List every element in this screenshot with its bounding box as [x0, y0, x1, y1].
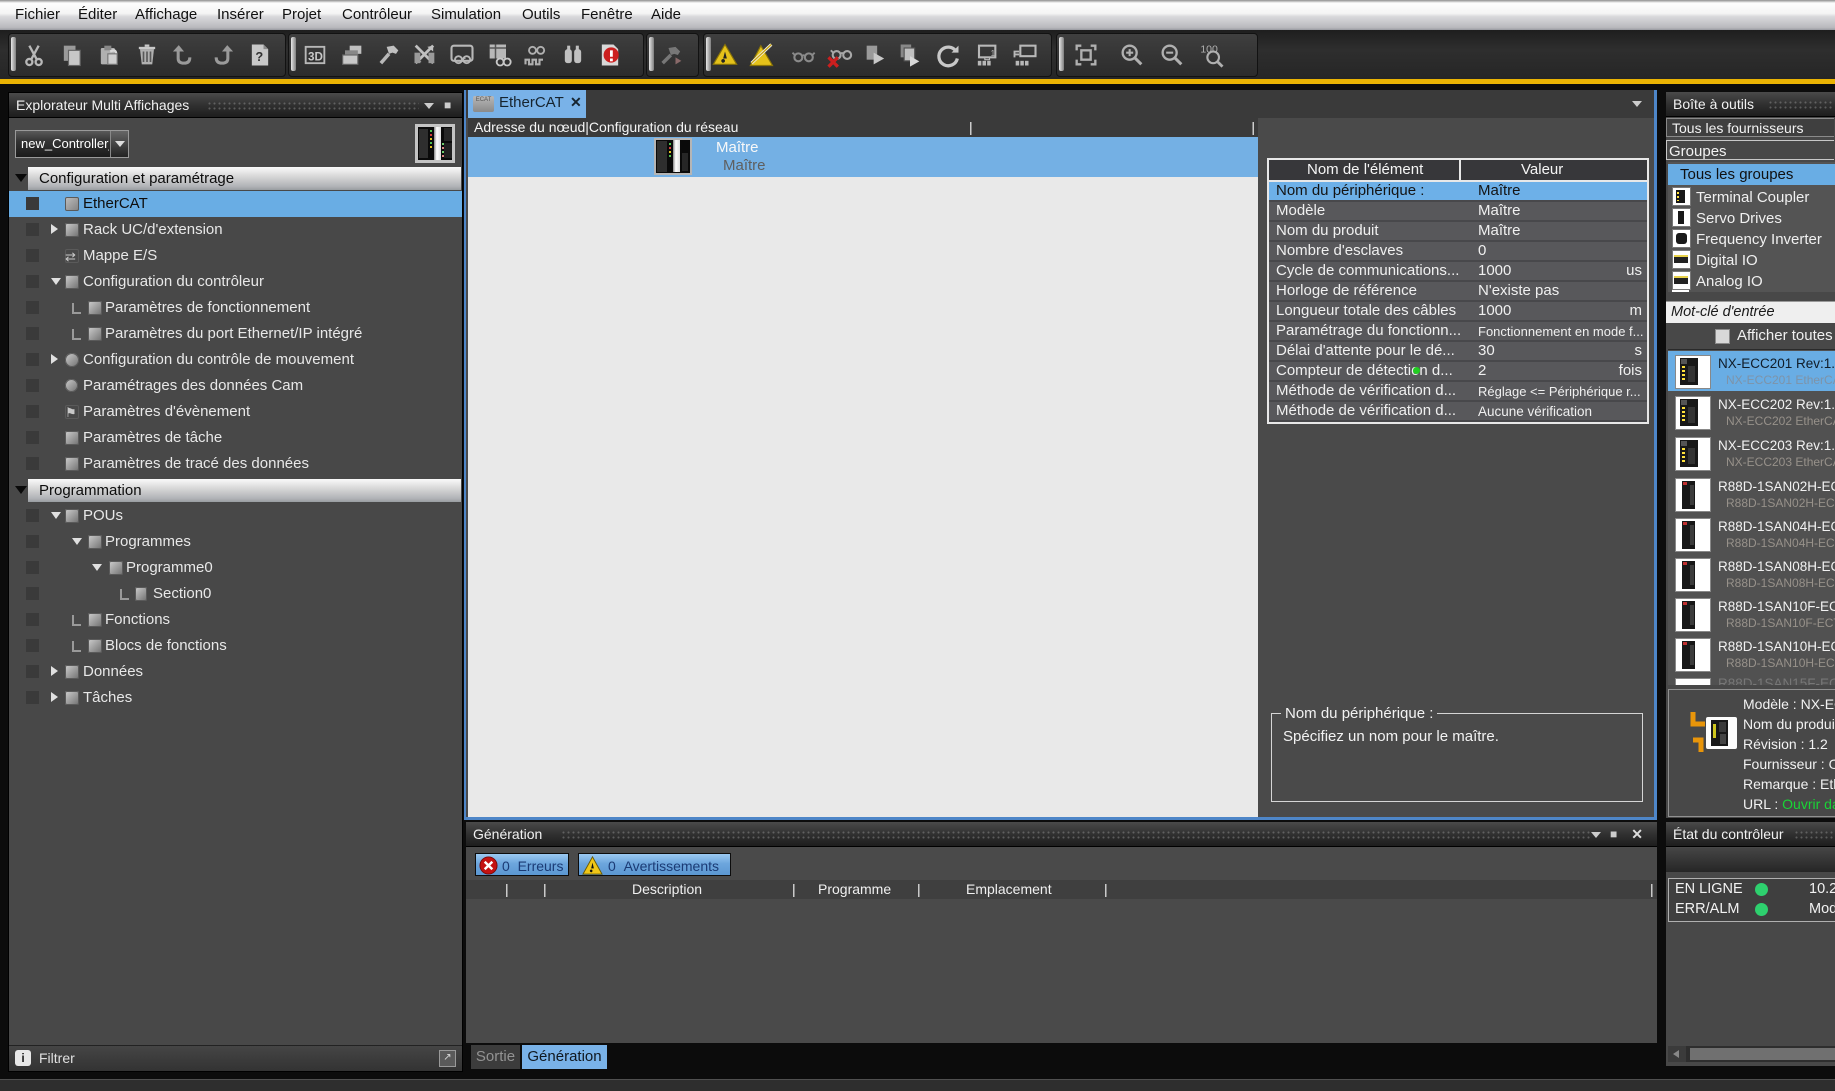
svg-text:1: 1	[991, 49, 996, 58]
svg-text:3D: 3D	[308, 50, 323, 63]
svg-text:?: ?	[255, 49, 263, 64]
